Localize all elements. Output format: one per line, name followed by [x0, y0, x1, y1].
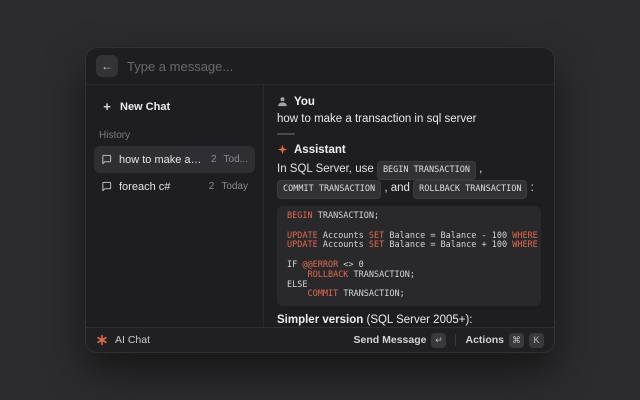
actions-button[interactable]: Actions ⌘ K — [465, 333, 544, 348]
assistant-message-header: Assistant — [277, 143, 541, 156]
outro-bold: Simpler version — [277, 314, 363, 326]
intro-text: In SQL Server, use — [277, 163, 377, 175]
message-divider — [277, 133, 295, 135]
chat-history-item[interactable]: foreach c# 2 Today — [94, 173, 255, 200]
arrow-left-icon: ← — [101, 59, 113, 73]
ai-chat-window: ← + New Chat History how to make a trans… — [85, 47, 555, 353]
intro-text: : — [527, 182, 533, 194]
send-message-label: Send Message — [354, 334, 427, 346]
message-count-badge: 2 — [209, 181, 215, 192]
send-message-button[interactable]: Send Message ↵ — [354, 333, 447, 348]
user-message-text: how to make a transaction in sql server — [277, 113, 541, 125]
chat-history-item[interactable]: how to make a transa... 2 Tod... — [94, 146, 255, 173]
plus-icon: + — [101, 100, 113, 113]
inline-code-chip: BEGIN TRANSACTION — [377, 161, 476, 180]
message-input-bar: ← — [86, 48, 554, 84]
chat-title: foreach c# — [119, 181, 202, 193]
cmd-keycap: ⌘ — [509, 333, 524, 348]
app-logo-icon — [96, 334, 108, 346]
enter-keycap: ↵ — [431, 333, 446, 348]
sparkle-icon — [277, 144, 288, 155]
chat-date: Today — [221, 181, 248, 192]
user-avatar-icon — [277, 96, 288, 107]
back-button[interactable]: ← — [96, 55, 118, 77]
assistant-outro-text: Simpler version (SQL Server 2005+): — [277, 314, 541, 326]
actions-label: Actions — [465, 334, 504, 346]
user-message-header: You — [277, 95, 541, 108]
code-block: BEGIN TRANSACTION; UPDATE Accounts SET B… — [277, 206, 541, 306]
chat-bubble-icon — [101, 181, 112, 192]
chat-transcript: You how to make a transaction in sql ser… — [264, 85, 554, 327]
message-input[interactable] — [127, 59, 544, 74]
k-keycap: K — [529, 333, 544, 348]
footer-bar: AI Chat Send Message ↵ Actions ⌘ K — [86, 327, 554, 352]
assistant-name: Assistant — [294, 144, 346, 156]
inline-code-chip: COMMIT TRANSACTION — [277, 180, 381, 199]
history-section-label: History — [99, 130, 250, 141]
assistant-intro-paragraph: In SQL Server, use BEGIN TRANSACTION , C… — [277, 161, 541, 199]
footer-divider — [455, 334, 456, 346]
user-name: You — [294, 96, 315, 108]
chat-bubble-icon — [101, 154, 112, 165]
new-chat-button[interactable]: + New Chat — [94, 93, 255, 120]
sidebar: + New Chat History how to make a transa.… — [86, 85, 264, 327]
inline-code-chip: ROLLBACK TRANSACTION — [413, 180, 527, 199]
chat-title: how to make a transa... — [119, 154, 204, 166]
intro-text: , — [476, 163, 482, 175]
app-name: AI Chat — [115, 334, 150, 346]
message-count-badge: 2 — [211, 154, 217, 165]
chat-date: Tod... — [224, 154, 248, 165]
new-chat-label: New Chat — [120, 101, 248, 113]
intro-text: , and — [381, 182, 413, 194]
outro-rest: (SQL Server 2005+): — [363, 314, 472, 326]
